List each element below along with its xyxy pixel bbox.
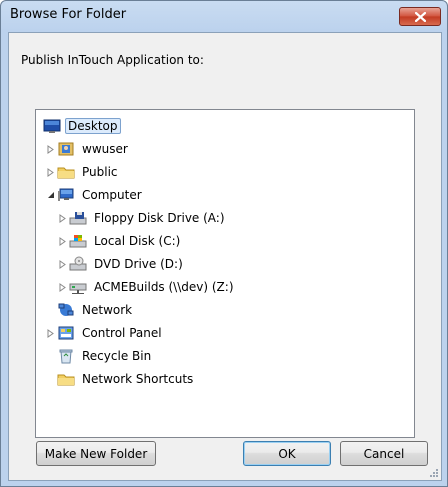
recycle-bin-icon	[57, 348, 75, 364]
expand-arrow-icon[interactable]	[58, 282, 67, 292]
control-panel-icon	[57, 325, 75, 341]
tree-item-label: wwuser	[82, 142, 128, 156]
tree-item[interactable]: Network	[46, 300, 135, 320]
expand-arrow-icon[interactable]	[46, 144, 55, 154]
resize-grip-icon[interactable]	[428, 467, 438, 477]
browse-for-folder-dialog: Browse For Folder Publish InTouch Applic…	[0, 0, 448, 487]
ok-button[interactable]: OK	[243, 441, 331, 466]
tree-item[interactable]: Public	[46, 162, 121, 182]
tree-item[interactable]: ACMEBuilds (\\dev) (Z:)	[58, 277, 237, 297]
tree-item[interactable]: DVD Drive (D:)	[58, 254, 186, 274]
ok-label: OK	[278, 446, 296, 461]
make-new-folder-button[interactable]: Make New Folder	[36, 441, 156, 466]
title-bar[interactable]: Browse For Folder	[1, 1, 447, 31]
tree-item-label: Network	[82, 303, 133, 317]
tree-item[interactable]: Local Disk (C:)	[58, 231, 183, 251]
tree-item-label: Control Panel	[82, 326, 162, 340]
tree-item-label: Network Shortcuts	[82, 372, 194, 386]
tree-item-label: Computer	[82, 188, 142, 202]
tree-item-label: Desktop	[65, 118, 121, 134]
expand-arrow-icon[interactable]	[58, 213, 67, 223]
tree-item[interactable]: Computer	[46, 185, 145, 205]
cancel-button[interactable]: Cancel	[340, 441, 428, 466]
local-disk-icon	[69, 233, 87, 249]
cancel-label: Cancel	[363, 446, 405, 461]
expand-arrow-icon[interactable]	[58, 259, 67, 269]
close-button[interactable]	[399, 7, 441, 26]
expand-arrow-icon[interactable]	[46, 167, 55, 177]
computer-icon	[57, 187, 75, 203]
tree-item[interactable]: Floppy Disk Drive (A:)	[58, 208, 228, 228]
make-new-folder-label: Make New Folder	[44, 446, 148, 461]
close-icon	[414, 11, 426, 22]
expand-arrow-icon[interactable]	[46, 328, 55, 338]
tree-item-label: ACMEBuilds (\\dev) (Z:)	[94, 280, 234, 294]
network-drive-icon	[69, 279, 87, 295]
tree-item[interactable]: Network Shortcuts	[46, 369, 196, 389]
tree-item-label: DVD Drive (D:)	[94, 257, 183, 271]
window-title: Browse For Folder	[10, 7, 127, 22]
network-icon	[57, 302, 75, 318]
desktop-icon	[43, 118, 61, 134]
tree-item[interactable]: wwuser	[46, 139, 131, 159]
folder-tree[interactable]: Desktop wwuser Public Computer Floppy Disk D…	[35, 109, 415, 438]
tree-item-label: Public	[82, 165, 118, 179]
dvd-drive-icon	[69, 256, 87, 272]
dialog-body: Publish InTouch Application to: Desktop w…	[8, 32, 442, 481]
user-folder-icon	[57, 141, 75, 157]
folder-icon	[57, 371, 75, 387]
tree-item[interactable]: Recycle Bin	[46, 346, 154, 366]
prompt-text: Publish InTouch Application to:	[21, 53, 204, 67]
expand-arrow-icon[interactable]	[58, 236, 67, 246]
tree-item-label: Local Disk (C:)	[94, 234, 181, 248]
tree-item-label: Recycle Bin	[82, 349, 152, 363]
collapse-arrow-icon[interactable]	[46, 191, 55, 200]
folder-icon	[57, 164, 75, 180]
tree-item[interactable]: Control Panel	[46, 323, 165, 343]
floppy-drive-icon	[69, 210, 87, 226]
tree-item-label: Floppy Disk Drive (A:)	[94, 211, 225, 225]
tree-item[interactable]: Desktop	[43, 116, 121, 136]
